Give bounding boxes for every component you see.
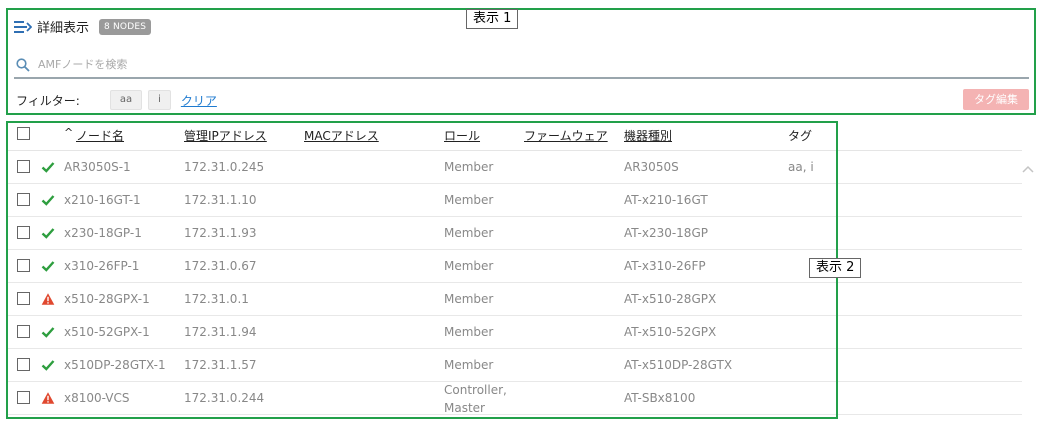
cell-role: Member (444, 292, 494, 306)
cell-node-name: AR3050S-1 (64, 160, 131, 174)
col-header-tags: タグ (788, 129, 813, 143)
cell-mgmt-ip: 172.31.0.1 (184, 292, 249, 306)
select-all-checkbox[interactable] (17, 127, 30, 140)
cell-role: Member (444, 193, 494, 207)
table-row[interactable]: x8100-VCS 172.31.0.244 Controller, AT-SBx81… (8, 382, 1022, 415)
table-row[interactable]: x510-28GPX-1 172.31.0.1 Member AT-x510-28GP… (8, 283, 1022, 316)
row-checkbox[interactable] (17, 160, 30, 173)
cell-mgmt-ip: 172.31.0.67 (184, 259, 257, 273)
filter-chip-aa[interactable]: aa (109, 90, 143, 110)
cell-role: Controller, (444, 383, 507, 397)
cell-node-name: x310-26FP-1 (64, 259, 140, 273)
check-icon (41, 259, 55, 273)
cell-role: Member (444, 259, 494, 273)
warning-triangle-icon (41, 292, 55, 306)
filter-chip-i[interactable]: i (148, 90, 171, 110)
search-bar (14, 52, 1029, 79)
cell-role-line2: Master (444, 401, 485, 415)
annotation-label-2: 表示 2 (809, 258, 862, 278)
table-row[interactable]: x510DP-28GTX-1 172.31.1.57 Member AT-x510DP… (8, 349, 1022, 382)
col-header-mac[interactable]: MACアドレス (304, 127, 379, 144)
cell-mgmt-ip: 172.31.1.93 (184, 226, 257, 240)
cell-mgmt-ip: 172.31.0.245 (184, 160, 265, 174)
table-header: ^ ノード名 管理IPアドレス MACアドレス ロール ファームウェア 機器種別… (8, 119, 1022, 151)
page-title: 詳細表示 (37, 21, 90, 36)
chevron-up-icon[interactable] (1021, 162, 1035, 176)
cell-model: AR3050S (624, 160, 679, 174)
cell-model: AT-x310-26FP (624, 259, 706, 273)
cell-model: AT-x510DP-28GTX (624, 358, 733, 372)
cell-model: AT-SBx8100 (624, 391, 696, 405)
col-header-firmware[interactable]: ファームウェア (524, 127, 608, 144)
cell-mgmt-ip: 172.31.0.244 (184, 391, 265, 405)
table-row[interactable]: AR3050S-1 172.31.0.245 Member AR3050S aa, i (8, 151, 1022, 184)
node-table: ^ ノード名 管理IPアドレス MACアドレス ロール ファームウェア 機器種別… (8, 119, 1022, 436)
cell-node-name: x510DP-28GTX-1 (64, 358, 166, 372)
clear-filter-link[interactable]: クリア (181, 92, 217, 109)
cell-node-name: x8100-VCS (64, 391, 130, 405)
cell-node-name: x510-28GPX-1 (64, 292, 150, 306)
row-checkbox[interactable] (17, 391, 30, 404)
cell-node-name: x210-16GT-1 (64, 193, 141, 207)
detail-view-header: 詳細表示 8 NODES (14, 17, 152, 36)
check-icon (41, 160, 55, 174)
cell-role: Member (444, 325, 494, 339)
row-checkbox[interactable] (17, 226, 30, 239)
cell-mgmt-ip: 172.31.1.10 (184, 193, 257, 207)
cell-mgmt-ip: 172.31.1.94 (184, 325, 257, 339)
cell-model: AT-x230-18GP (624, 226, 708, 240)
filter-label: フィルター: (16, 93, 80, 108)
list-expand-icon[interactable] (14, 20, 33, 34)
row-checkbox[interactable] (17, 193, 30, 206)
cell-role: Member (444, 160, 494, 174)
row-checkbox[interactable] (17, 292, 30, 305)
table-row[interactable]: x230-18GP-1 172.31.1.93 Member AT-x230-18GP (8, 217, 1022, 250)
cell-model: AT-x510-52GPX (624, 325, 717, 339)
col-header-model[interactable]: 機器種別 (624, 127, 672, 144)
cell-role: Member (444, 226, 494, 240)
cell-model: AT-x210-16GT (624, 193, 708, 207)
warning-triangle-icon (41, 391, 55, 405)
tag-edit-button[interactable]: タグ編集 (963, 89, 1029, 110)
filter-row: フィルター: aa i クリア タグ編集 (16, 89, 1029, 111)
check-icon (41, 358, 55, 372)
sort-ascending-icon: ^ (64, 126, 74, 139)
cell-node-name: x510-52GPX-1 (64, 325, 150, 339)
detail-view-panel: 詳細表示 8 NODES フィルター: aa i クリア タグ編集 (0, 0, 1043, 118)
cell-mgmt-ip: 172.31.1.57 (184, 358, 257, 372)
check-icon (41, 325, 55, 339)
table-row[interactable]: x510-52GPX-1 172.31.1.94 Member AT-x510-52G… (8, 316, 1022, 349)
table-row[interactable]: x210-16GT-1 172.31.1.10 Member AT-x210-16GT (8, 184, 1022, 217)
table-row[interactable]: x310-26FP-1 172.31.0.67 Member AT-x310-26FP (8, 250, 1022, 283)
annotation-label-1: 表示 1 (466, 9, 519, 29)
check-icon (41, 193, 55, 207)
cell-node-name: x230-18GP-1 (64, 226, 142, 240)
col-header-role[interactable]: ロール (444, 127, 480, 144)
cell-tags: aa, i (788, 160, 814, 174)
cell-model: AT-x510-28GPX (624, 292, 717, 306)
col-header-mgmt-ip[interactable]: 管理IPアドレス (184, 127, 267, 144)
row-checkbox[interactable] (17, 259, 30, 272)
cell-role: Member (444, 358, 494, 372)
search-input[interactable] (38, 58, 638, 71)
col-header-node-name[interactable]: ノード名 (76, 127, 124, 144)
row-checkbox[interactable] (17, 325, 30, 338)
node-count-badge: 8 NODES (99, 18, 152, 35)
row-checkbox[interactable] (17, 358, 30, 371)
check-icon (41, 226, 55, 240)
search-icon (16, 57, 30, 72)
